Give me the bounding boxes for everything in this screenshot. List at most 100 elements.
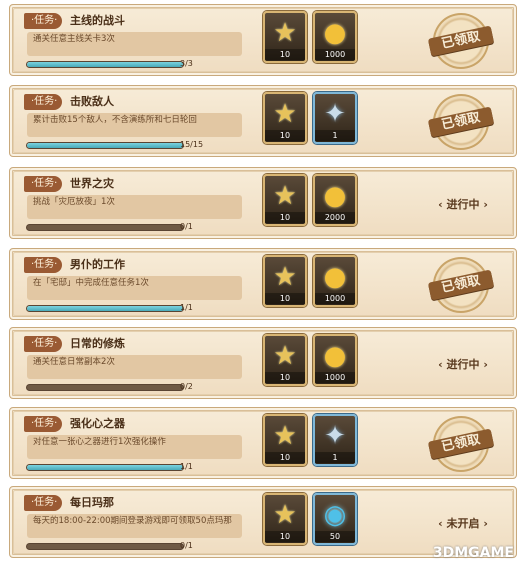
reward-slot[interactable]: ✦ 1 xyxy=(313,414,357,466)
reward-quantity: 50 xyxy=(315,531,355,542)
star-badge-icon: ★ xyxy=(273,421,297,451)
reward-slot[interactable]: ★ 10 xyxy=(263,255,307,307)
claimed-stamp-label: 已领取 xyxy=(427,106,495,138)
reward-slot[interactable]: ● 2000 xyxy=(313,174,357,226)
claimed-stamp-label: 已领取 xyxy=(427,269,495,301)
task-tag: ·任务· xyxy=(24,94,63,110)
task-progress-text: 3/3 xyxy=(180,59,193,68)
gold-coin-icon: ● xyxy=(323,341,347,371)
reward-slot[interactable]: ◉ 50 xyxy=(313,493,357,545)
task-card: ·任务· 主线的战斗 通关任意主线关卡3次 3/3 ★ 10 ● 1000 已领取 xyxy=(9,4,517,76)
reward-quantity: 10 xyxy=(265,372,305,383)
task-tag: ·任务· xyxy=(24,495,63,511)
reward-quantity: 1000 xyxy=(315,372,355,383)
claimed-stamp: 已领取 xyxy=(427,7,495,75)
reward-quantity: 10 xyxy=(265,293,305,304)
task-progress-bar xyxy=(26,384,184,391)
task-progress-bar xyxy=(26,142,184,149)
status-decor-right: › xyxy=(479,517,488,530)
reward-quantity: 10 xyxy=(265,49,305,60)
status-decor-left: ‹ xyxy=(438,358,447,371)
task-progress-text: 15/15 xyxy=(180,140,204,149)
task-description: 挑战「灾厄放夜」1次 xyxy=(27,195,242,219)
claimed-stamp: 已领取 xyxy=(427,410,495,478)
task-card: ·任务· 男仆的工作 在「宅邸」中完成任意任务1次 1/1 ★ 10 ● 1000… xyxy=(9,248,517,320)
task-description: 累计击败15个敌人，不含演练所和七日轮回 xyxy=(27,113,242,137)
task-progress-bar xyxy=(26,61,184,68)
reward-quantity: 10 xyxy=(265,531,305,542)
task-card: ·任务· 日常的修炼 通关任意日常副本2次 0/2 ★ 10 ● 1000 ‹ 进行… xyxy=(9,327,517,399)
task-progress-text: 0/2 xyxy=(180,382,193,391)
task-description: 通关任意主线关卡3次 xyxy=(27,32,242,56)
claimed-stamp: 已领取 xyxy=(427,88,495,156)
task-tag: ·任务· xyxy=(24,336,63,352)
star-badge-icon: ★ xyxy=(273,181,297,211)
status-decor-left: ‹ xyxy=(438,517,447,530)
watermark: 3DMGAME xyxy=(432,545,514,561)
task-title: 日常的修炼 xyxy=(70,337,125,350)
reward-slot[interactable]: ● 1000 xyxy=(313,11,357,63)
task-progress-bar xyxy=(26,464,184,471)
task-progress-text: 1/1 xyxy=(180,462,193,471)
task-tag: ·任务· xyxy=(24,257,63,273)
task-title: 强化心之器 xyxy=(70,417,125,430)
in-progress-status: ‹ 进行中 › xyxy=(430,356,496,372)
star-badge-icon: ★ xyxy=(273,341,297,371)
reward-quantity: 10 xyxy=(265,212,305,223)
task-title: 每日玛那 xyxy=(70,496,114,509)
task-title: 击败敌人 xyxy=(70,95,114,108)
task-description: 通关任意日常副本2次 xyxy=(27,355,242,379)
task-progress-bar xyxy=(26,224,184,231)
status-decor-right: › xyxy=(479,358,488,371)
task-progress-text: 0/1 xyxy=(180,222,193,231)
reward-quantity: 10 xyxy=(265,130,305,141)
task-progress-fill xyxy=(27,62,183,67)
star-badge-icon: ★ xyxy=(273,262,297,292)
reward-slot[interactable]: ★ 10 xyxy=(263,174,307,226)
task-tag: ·任务· xyxy=(24,176,63,192)
task-card: ·任务· 强化心之器 对任意一张心之器进行1次强化操作 1/1 ★ 10 ✦ 1已… xyxy=(9,407,517,479)
claimed-stamp-label: 已领取 xyxy=(427,25,495,57)
status-decor-left: ‹ xyxy=(438,198,447,211)
task-title: 男仆的工作 xyxy=(70,258,125,271)
status-label: 进行中 xyxy=(446,358,480,371)
task-progress-bar xyxy=(26,543,184,550)
reward-quantity: 1000 xyxy=(315,293,355,304)
in-progress-status: ‹ 进行中 › xyxy=(430,196,496,212)
star-badge-icon: ★ xyxy=(273,500,297,530)
gold-coin-icon: ● xyxy=(323,262,347,292)
reward-slot[interactable]: ● 1000 xyxy=(313,334,357,386)
task-description: 在「宅邸」中完成任意任务1次 xyxy=(27,276,242,300)
silver-item-icon: ✦ xyxy=(324,421,346,451)
reward-slot[interactable]: ★ 10 xyxy=(263,92,307,144)
task-progress-text: 0/1 xyxy=(180,541,193,550)
reward-quantity: 1 xyxy=(315,130,355,141)
task-description: 每天的18:00-22:00期间登录游戏即可领取50点玛那 xyxy=(27,514,242,538)
reward-quantity: 1000 xyxy=(315,49,355,60)
reward-slot[interactable]: ★ 10 xyxy=(263,414,307,466)
reward-quantity: 2000 xyxy=(315,212,355,223)
star-badge-icon: ★ xyxy=(273,18,297,48)
task-title: 世界之灾 xyxy=(70,177,114,190)
task-progress-fill xyxy=(27,465,183,470)
blue-orb-icon: ◉ xyxy=(323,500,347,530)
gold-coin-icon: ● xyxy=(323,181,347,211)
task-progress-fill xyxy=(27,143,183,148)
task-progress-text: 1/1 xyxy=(180,303,193,312)
claimed-stamp-label: 已领取 xyxy=(427,428,495,460)
reward-quantity: 10 xyxy=(265,452,305,463)
task-description: 对任意一张心之器进行1次强化操作 xyxy=(27,435,242,459)
reward-slot[interactable]: ✦ 1 xyxy=(313,92,357,144)
reward-slot[interactable]: ● 1000 xyxy=(313,255,357,307)
status-label: 未开启 xyxy=(446,517,480,530)
reward-slot[interactable]: ★ 10 xyxy=(263,493,307,545)
task-card: ·任务· 击败敌人 累计击败15个敌人，不含演练所和七日轮回 15/15 ★ 1… xyxy=(9,85,517,157)
reward-slot[interactable]: ★ 10 xyxy=(263,334,307,386)
task-title: 主线的战斗 xyxy=(70,14,125,27)
task-tag: ·任务· xyxy=(24,13,63,29)
silver-item-icon: ✦ xyxy=(324,99,346,129)
task-progress-fill xyxy=(27,306,183,311)
reward-slot[interactable]: ★ 10 xyxy=(263,11,307,63)
reward-quantity: 1 xyxy=(315,452,355,463)
not-started-status: ‹ 未开启 › xyxy=(430,515,496,531)
